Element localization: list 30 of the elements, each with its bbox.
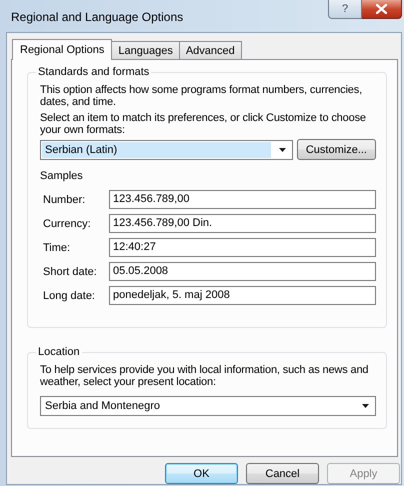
- close-button[interactable]: [362, 0, 402, 19]
- description-text: To help services provide you with local information, such as news and weather, select your present location:: [40, 364, 370, 388]
- field-label: Time:: [43, 242, 72, 254]
- field-label: Long date:: [43, 290, 96, 302]
- group-label: Location: [38, 346, 80, 358]
- sample-field: 12:40:27: [109, 238, 376, 257]
- instruction-text: Select an item to match its preferences, or click Customize to choose your own formats:: [40, 112, 367, 136]
- help-button[interactable]: ?: [328, 0, 362, 19]
- window-title: Regional and Language Options: [11, 10, 184, 24]
- field-label: Short date:: [43, 266, 98, 278]
- description-text: This option affects how some programs format numbers, currencies, dates, and time.: [40, 84, 364, 108]
- tab[interactable]: Advanced: [178, 41, 242, 59]
- sample-field: 123.456.789,00: [109, 190, 376, 209]
- sample-field: 123.456.789,00 Din.: [109, 214, 376, 233]
- group-label: Standards and formats: [38, 66, 150, 78]
- dialog-button[interactable]: OK: [165, 463, 238, 484]
- dropdown-arrow-icon: [362, 404, 369, 408]
- sample-field: 05.05.2008: [109, 262, 376, 281]
- field-label: Currency:: [43, 218, 92, 230]
- field-label: Number:: [43, 194, 86, 206]
- close-icon: [376, 4, 387, 14]
- section-label: Samples: [40, 170, 84, 182]
- dropdown[interactable]: Serbia and Montenegro: [40, 396, 376, 416]
- dropdown[interactable]: Serbian (Latin): [40, 140, 293, 160]
- tab[interactable]: Languages: [111, 41, 180, 59]
- customize-button[interactable]: Customize...: [296, 139, 376, 160]
- tab[interactable]: Regional Options: [12, 39, 112, 60]
- sample-field: ponedeljak, 5. maj 2008: [109, 286, 376, 305]
- dialog-button[interactable]: Cancel: [246, 463, 319, 484]
- dropdown-arrow-icon: [278, 148, 286, 152]
